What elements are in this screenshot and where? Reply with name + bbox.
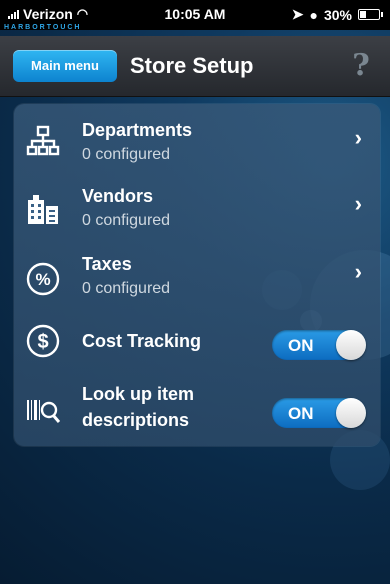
brand-logo: HARBORTOUCH: [4, 24, 82, 31]
list-item-vendors[interactable]: Vendors 0 configured ›: [14, 176, 380, 244]
list-item-cost-tracking: $ Cost Tracking ON: [14, 316, 380, 384]
status-bar: Verizon ◠ 10:05 AM ➤ ● 30% HARBORTOUCH: [0, 0, 390, 31]
item-subtitle: 0 configured: [82, 280, 171, 297]
item-subtitle: 0 configured: [82, 212, 171, 229]
app-screen: Verizon ◠ 10:05 AM ➤ ● 30% HARBORTOUCH M…: [0, 0, 390, 584]
item-title: Cost Tracking: [82, 331, 202, 351]
list-item-taxes[interactable]: % Taxes 0 configured ›: [14, 244, 380, 312]
item-title: Taxes: [82, 254, 132, 274]
location-icon: ➤: [291, 6, 304, 22]
alarm-icon: ●: [309, 6, 318, 23]
item-title: Vendors: [82, 186, 154, 206]
battery-icon: [358, 9, 383, 20]
settings-list: Departments 0 configured › Vendors 0 con…: [14, 104, 380, 446]
toggle-knob: [336, 330, 366, 360]
lookup-descriptions-toggle[interactable]: ON: [272, 398, 366, 428]
item-title-line2: descriptions: [82, 410, 190, 430]
buildings-icon: [28, 195, 58, 224]
list-item-departments[interactable]: Departments 0 configured ›: [14, 108, 380, 176]
item-subtitle: 0 configured: [82, 146, 171, 163]
main-menu-button[interactable]: Main menu: [13, 50, 117, 82]
toggle-knob: [336, 398, 366, 428]
dollar-icon: $: [26, 324, 60, 358]
barcode-search-icon: [27, 400, 60, 423]
item-title: Departments: [82, 120, 193, 140]
chevron-right-icon: ›: [354, 259, 362, 284]
navigation-bar: Main menu Store Setup ?: [0, 36, 390, 97]
toggle-label: ON: [288, 336, 314, 355]
status-right: ➤ ● 30%: [291, 6, 383, 23]
chevron-right-icon: ›: [354, 191, 362, 216]
item-title: Look up item: [82, 384, 194, 404]
toggle-label: ON: [288, 404, 314, 423]
page-title: Store Setup: [130, 53, 254, 78]
chevron-right-icon: ›: [354, 125, 362, 150]
svg-text:$: $: [37, 331, 48, 353]
battery-percent: 30%: [323, 6, 352, 23]
list-item-lookup-descriptions: Look up item descriptions ON: [14, 378, 380, 446]
percent-icon: %: [26, 262, 60, 296]
help-icon[interactable]: ?: [348, 50, 374, 82]
svg-text:%: %: [35, 270, 50, 289]
sitemap-icon: [26, 125, 60, 156]
cost-tracking-toggle[interactable]: ON: [272, 330, 366, 360]
